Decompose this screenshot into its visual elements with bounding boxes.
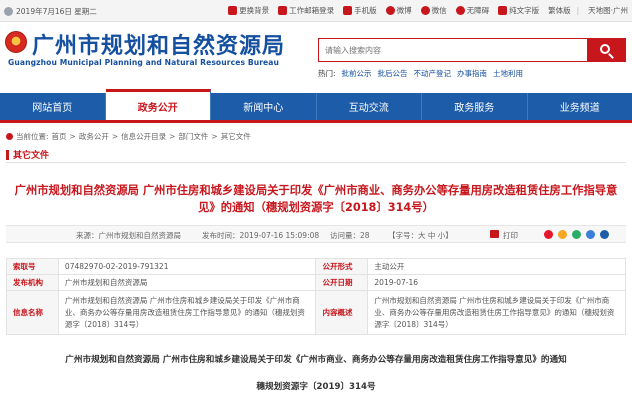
nav-interaction[interactable]: 互动交流 <box>317 93 422 120</box>
breadcrumb-item[interactable]: 政务公开 <box>79 131 109 142</box>
hot-label: 热门: <box>318 69 336 78</box>
breadcrumb-separator: > <box>111 132 119 141</box>
phone-icon <box>343 6 353 15</box>
wechat-icon <box>420 6 430 15</box>
nav-news-center[interactable]: 新闻中心 <box>211 93 317 120</box>
public-type-value: 主动公开 <box>367 258 626 275</box>
nav-business-channel[interactable]: 业务频道 <box>528 93 632 120</box>
site-title-english: Guangzhou Municipal Planning and Natural… <box>8 58 280 67</box>
hot-keywords: 热门: 批前公示 批后公告 不动产登记 办事指南 土地利用 <box>318 68 523 79</box>
link-text-only[interactable]: 纯文字版 <box>498 5 539 16</box>
qq-share-icon[interactable] <box>586 230 595 239</box>
section-title: 其它文件 <box>13 151 50 161</box>
nav-services[interactable]: 政务服务 <box>422 93 528 120</box>
article-source: 来源：广州市规划和自然资源局 <box>76 231 181 240</box>
breadcrumb: 当前位置: 首页 > 政务公开 > 信息公开目录 > 部门文件 > 其它文件 <box>6 131 251 142</box>
name-value: 广州市规划和自然资源局 广州市住房和城乡建设局关于印发《广州市商业、商务办公等存… <box>57 290 317 335</box>
date-value: 2019-07-16 <box>367 274 626 291</box>
breadcrumb-item[interactable]: 首页 <box>52 131 67 142</box>
site-header: 广州市规划和自然资源局 Guangzhou Municipal Planning… <box>0 22 632 88</box>
weibo-share-icon[interactable] <box>544 230 553 239</box>
name-label: 信息名称 <box>6 290 59 335</box>
table-row: 信息名称 广州市规划和自然资源局 广州市住房和城乡建设局关于印发《广州市商业、商… <box>6 290 626 335</box>
link-mobile[interactable]: 手机版 <box>343 5 377 16</box>
search-button[interactable] <box>587 39 625 61</box>
utility-links: 更换背景 工作邮箱登录 手机版 微博 微信 无障碍 纯文字版 繁体版 | 天地图… <box>219 5 628 16</box>
breadcrumb-item[interactable]: 部门文件 <box>178 131 208 142</box>
date-label: 公开日期 <box>315 274 369 291</box>
content-label: 内容概述 <box>315 290 369 335</box>
location-pin-icon <box>6 133 13 140</box>
section-marker <box>6 149 9 160</box>
link-change-background[interactable]: 更换背景 <box>228 5 269 16</box>
qzone-share-icon[interactable] <box>558 230 567 239</box>
more-share-icon[interactable] <box>600 230 609 239</box>
wechat-share-icon[interactable] <box>572 230 581 239</box>
date-display: 2019年7月16日 星期二 <box>4 6 97 17</box>
calendar-icon <box>4 7 13 16</box>
link-tianditu[interactable]: 天地图·广州 <box>588 5 628 16</box>
breadcrumb-separator: > <box>169 132 176 141</box>
hot-item[interactable]: 办事指南 <box>457 68 487 79</box>
link-wechat[interactable]: 微信 <box>420 5 447 16</box>
print-button[interactable]: 打印 <box>503 230 518 241</box>
hot-item[interactable]: 批前公示 <box>342 68 372 79</box>
link-weibo[interactable]: 微博 <box>385 5 412 16</box>
table-row: 发布机构 广州市规划和自然资源局 公开日期 2019-07-16 <box>6 274 626 291</box>
link-traditional[interactable]: 繁体版 <box>548 5 571 16</box>
document-info-table: 索取号 07482970-02-2019-791321 公开形式 主动公开 发布… <box>6 258 626 335</box>
index-label: 索取号 <box>6 258 59 275</box>
article-title: 广州市规划和自然资源局 广州市住房和城乡建设局关于印发《广州市商业、商务办公等存… <box>14 184 618 214</box>
hot-item[interactable]: 不动产登记 <box>414 68 452 79</box>
article-meta: 来源：广州市规划和自然资源局 发布时间：2019-07-16 15:09:08 … <box>6 225 626 243</box>
breadcrumb-separator: > <box>211 132 218 141</box>
breadcrumb-item[interactable]: 信息公开目录 <box>121 131 166 142</box>
index-value: 07482970-02-2019-791321 <box>57 258 317 275</box>
nav-government-affairs[interactable]: 政务公开 <box>105 89 211 120</box>
separator: | <box>576 6 580 15</box>
search-box <box>318 38 626 62</box>
hot-item[interactable]: 土地利用 <box>493 68 523 79</box>
font-size-control[interactable]: 【字号：大 中 小】 <box>388 230 453 241</box>
content-value: 广州市规划和自然资源局 广州市住房和城乡建设局关于印发《广州市商业、商务办公等存… <box>367 290 626 335</box>
mail-icon <box>278 6 288 15</box>
breadcrumb-label: 当前位置: <box>16 132 49 141</box>
hot-item[interactable]: 批后公告 <box>378 68 408 79</box>
national-emblem-icon <box>5 31 27 53</box>
link-work-email[interactable]: 工作邮箱登录 <box>278 5 334 16</box>
search-input[interactable] <box>319 39 587 61</box>
org-value: 广州市规划和自然资源局 <box>57 274 317 291</box>
text-icon <box>498 6 508 15</box>
accessibility-icon <box>455 6 465 15</box>
document-body-title: 广州市规划和自然资源局 广州市住房和城乡建设局关于印发《广州市商业、商务办公等存… <box>65 355 567 365</box>
link-accessibility[interactable]: 无障碍 <box>455 5 489 16</box>
site-title[interactable]: 广州市规划和自然资源局 <box>32 28 285 60</box>
public-type-label: 公开形式 <box>315 258 369 275</box>
breadcrumb-item[interactable]: 其它文件 <box>221 131 251 142</box>
article-visits: 访问量：28 <box>330 231 370 240</box>
date-text: 2019年7月16日 星期二 <box>16 7 97 16</box>
breadcrumb-separator: > <box>69 132 76 141</box>
palette-icon <box>228 6 238 15</box>
section-heading: 其它文件 <box>6 147 626 163</box>
article-publish-time: 发布时间：2019-07-16 15:09:08 <box>202 231 320 240</box>
org-label: 发布机构 <box>6 274 59 291</box>
printer-icon <box>490 230 499 238</box>
search-icon <box>600 44 610 54</box>
table-row: 索取号 07482970-02-2019-791321 公开形式 主动公开 <box>6 258 626 275</box>
document-number: 穗规划资源字〔2019〕314号 <box>256 382 376 392</box>
top-utility-bar: 2019年7月16日 星期二 更换背景 工作邮箱登录 手机版 微博 微信 无障碍… <box>0 0 632 22</box>
weibo-icon <box>385 6 395 15</box>
nav-home[interactable]: 网站首页 <box>0 93 106 120</box>
main-nav: 网站首页 政务公开 新闻中心 互动交流 政务服务 业务频道 <box>0 89 632 123</box>
